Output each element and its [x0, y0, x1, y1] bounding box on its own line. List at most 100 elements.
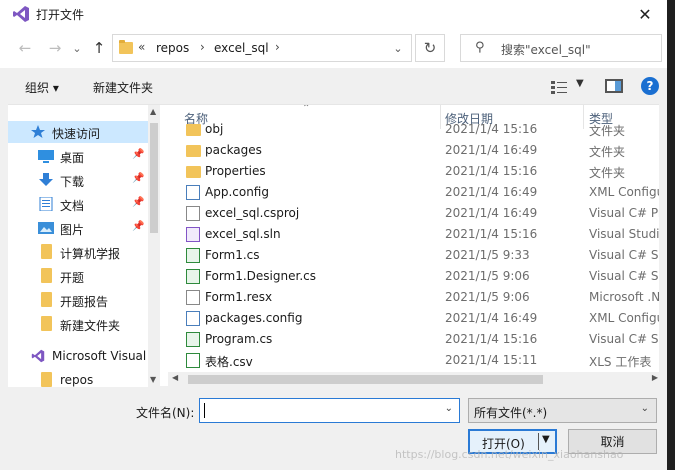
sidebar-scrollbar[interactable]: ▲ ▼: [148, 105, 160, 387]
sidebar-item-quick-access[interactable]: 快速访问: [8, 121, 148, 143]
sidebar-item-label: 文档: [60, 199, 85, 213]
csharp-file-icon: [186, 332, 200, 347]
sidebar-item-downloads[interactable]: 下载 📌: [8, 169, 148, 191]
file-date: 2021/1/4 16:49: [445, 185, 538, 199]
breadcrumb-repos[interactable]: repos: [156, 41, 189, 55]
file-name: obj: [205, 122, 224, 136]
sidebar-item-label: 开题: [60, 271, 85, 285]
filename-input[interactable]: ⌄: [199, 398, 460, 423]
filetype-value: 所有文件(*.*): [474, 406, 548, 420]
sidebar-item-folder[interactable]: 计算机学报: [8, 241, 148, 263]
file-row[interactable]: Properties 2021/1/4 15:16 文件夹: [168, 161, 658, 182]
content-area: 快速访问 桌面 📌 下载 📌 文档 📌 图片 📌 计算机学报 开题 开题报告 新…: [8, 104, 659, 387]
recent-locations-icon[interactable]: ⌄: [66, 38, 88, 58]
pin-icon[interactable]: 📌: [132, 173, 144, 184]
file-row[interactable]: excel_sql.sln 2021/1/4 15:16 Visual Studio…: [168, 224, 659, 245]
desktop-icon: [38, 150, 54, 163]
file-name: Program.cs: [205, 332, 273, 346]
pin-icon[interactable]: 📌: [132, 149, 144, 160]
sidebar-item-folder[interactable]: 开题报告: [8, 289, 148, 311]
up-icon[interactable]: ↑: [88, 38, 110, 58]
pin-icon[interactable]: 📌: [132, 197, 144, 208]
chevron-right-icon[interactable]: ›: [275, 40, 280, 54]
sidebar-item-desktop[interactable]: 桌面 📌: [8, 145, 148, 167]
sidebar-item-folder[interactable]: 开题: [8, 265, 148, 287]
search-placeholder: 搜索"excel_sql": [501, 43, 591, 57]
sidebar-item-repos[interactable]: repos: [8, 369, 148, 387]
close-button[interactable]: ✕: [625, 0, 665, 28]
visual-studio-icon: [31, 349, 45, 363]
file-row[interactable]: 表格.csv 2021/1/4 15:11 XLS 工作表: [168, 350, 658, 371]
view-dropdown-icon[interactable]: ▼: [576, 78, 584, 89]
address-bar[interactable]: « repos › excel_sql › ⌄: [112, 34, 412, 62]
file-row[interactable]: obj 2021/1/4 15:16 文件夹: [168, 119, 658, 140]
file-type: Microsoft .NET: [589, 290, 659, 304]
sort-ascending-icon: ⌃: [302, 105, 311, 114]
scroll-left-icon[interactable]: ◀: [172, 373, 178, 382]
file-date: 2021/1/4 16:49: [445, 311, 538, 325]
chevron-down-icon[interactable]: ⌄: [641, 403, 649, 414]
csharp-file-icon: [186, 269, 200, 284]
scroll-up-icon[interactable]: ▲: [150, 107, 156, 116]
refresh-button[interactable]: ↻: [415, 34, 445, 62]
breadcrumb-excel-sql[interactable]: excel_sql: [214, 41, 269, 55]
file-name: excel_sql.csproj: [205, 206, 300, 220]
folder-icon: [41, 316, 52, 331]
sidebar-item-documents[interactable]: 文档 📌: [8, 193, 148, 215]
file-row[interactable]: excel_sql.csproj 2021/1/4 16:49 Visual C# …: [168, 203, 659, 224]
view-options-icon[interactable]: [550, 80, 568, 94]
folder-icon: [41, 244, 52, 259]
sidebar-item-label: 计算机学报: [60, 247, 121, 261]
sidebar-item-pictures[interactable]: 图片 📌: [8, 217, 148, 239]
back-icon[interactable]: ←: [14, 38, 36, 58]
forward-icon[interactable]: →: [44, 38, 66, 58]
scrollbar-thumb[interactable]: [150, 123, 158, 233]
sidebar-item-label: 桌面: [60, 151, 85, 165]
text-caret: [204, 403, 205, 418]
file-type: Visual C# Source: [589, 248, 659, 262]
file-type: 文件夹: [589, 124, 626, 138]
folder-icon: [186, 124, 201, 136]
file-type: XML Configuration: [589, 185, 659, 199]
chevron-right-icon[interactable]: ›: [200, 40, 205, 54]
file-type: Visual C# Source: [589, 269, 659, 283]
filetype-select[interactable]: 所有文件(*.*) ⌄: [468, 398, 657, 423]
search-input[interactable]: ⚲ 搜索"excel_sql": [460, 34, 662, 62]
file-type: Visual C# Source: [589, 332, 659, 346]
file-row[interactable]: Form1.resx 2021/1/5 9:06 Microsoft .NET: [168, 287, 659, 308]
help-icon[interactable]: ?: [641, 77, 659, 95]
scroll-down-icon[interactable]: ▼: [150, 375, 156, 384]
file-date: 2021/1/5 9:33: [445, 248, 530, 262]
pin-icon[interactable]: 📌: [132, 221, 144, 232]
preview-pane-icon[interactable]: [605, 79, 623, 93]
file-row[interactable]: Program.cs 2021/1/4 15:16 Visual C# Source: [168, 329, 659, 350]
watermark: https://blog.csdn.net/weixin_xiaohanshao: [395, 448, 624, 461]
chevron-down-icon[interactable]: ⌄: [445, 403, 453, 414]
sidebar-item-folder[interactable]: 新建文件夹: [8, 313, 148, 335]
scroll-right-icon[interactable]: ▶: [652, 373, 658, 382]
window-title: 打开文件: [36, 8, 85, 22]
file-name: excel_sql.sln: [205, 227, 281, 241]
file-row[interactable]: App.config 2021/1/4 16:49 XML Configuratio…: [168, 182, 659, 203]
overflow-icon[interactable]: «: [138, 40, 145, 54]
file-date: 2021/1/4 15:16: [445, 332, 538, 346]
picture-icon: [38, 222, 54, 234]
file-name: Form1.cs: [205, 248, 260, 262]
file-date: 2021/1/4 15:16: [445, 227, 538, 241]
file-row[interactable]: Form1.cs 2021/1/5 9:33 Visual C# Source: [168, 245, 659, 266]
organize-button[interactable]: 组织 ▾: [25, 79, 59, 96]
horizontal-scrollbar[interactable]: ◀ ▶: [168, 372, 659, 387]
file-row[interactable]: packages 2021/1/4 16:49 文件夹: [168, 140, 658, 161]
scrollbar-thumb[interactable]: [188, 375, 543, 384]
sidebar-item-microsoft-visual[interactable]: Microsoft Visual: [8, 345, 148, 367]
dropdown-arrow-icon[interactable]: ▼: [542, 434, 550, 445]
file-row[interactable]: packages.config 2021/1/4 16:49 XML Configu…: [168, 308, 659, 329]
sidebar-item-label: 开题报告: [60, 295, 109, 309]
chevron-down-icon[interactable]: ⌄: [387, 36, 409, 60]
file-row[interactable]: Form1.Designer.cs 2021/1/5 9:06 Visual C# …: [168, 266, 659, 287]
search-icon: ⚲: [475, 40, 485, 55]
navigation-bar: ← → ⌄ ↑ « repos › excel_sql › ⌄ ↻ ⚲ 搜索"e…: [0, 28, 667, 68]
sidebar-item-label: 下载: [60, 175, 85, 189]
new-folder-button[interactable]: 新建文件夹: [93, 79, 153, 96]
visual-studio-icon: [13, 6, 29, 22]
